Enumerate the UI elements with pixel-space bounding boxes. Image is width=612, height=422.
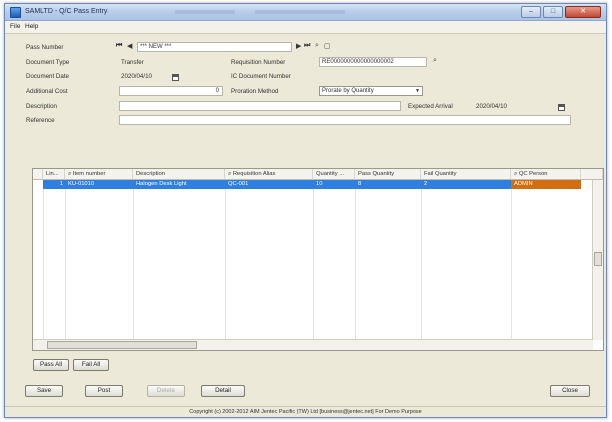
grid-column-divider — [421, 180, 422, 340]
new-document-icon[interactable]: ▢ — [324, 42, 331, 50]
requisition-number-input[interactable]: RE0000000000000000002 — [319, 57, 427, 67]
grid-header-qc-person-label: QC Person — [518, 171, 548, 177]
vertical-scroll-thumb[interactable] — [594, 252, 602, 266]
horizontal-scroll-thumb[interactable] — [47, 341, 197, 349]
maximize-button[interactable]: □ — [543, 6, 563, 18]
title-bar-decoration — [175, 10, 235, 14]
window-title: SAMLTD - Q/C Pass Entry — [25, 8, 108, 15]
menu-bar: File Help — [5, 21, 606, 34]
delete-button[interactable]: Delete — [147, 385, 185, 397]
menu-help[interactable]: Help — [25, 23, 38, 30]
grid-column-divider — [511, 180, 512, 340]
last-record-icon[interactable]: ⏭ — [304, 42, 310, 50]
app-icon — [10, 7, 21, 18]
pass-number-label: Pass Number — [26, 44, 64, 51]
qc-pass-entry-window: SAMLTD - Q/C Pass Entry – □ ✕ File Help … — [4, 3, 607, 418]
cell-qc-person[interactable]: ADMIN — [511, 180, 581, 189]
cell-description[interactable]: Halogen Desk Light — [133, 180, 225, 189]
minimize-button[interactable]: – — [521, 6, 541, 18]
reference-label: Reference — [26, 117, 55, 124]
title-bar-decoration — [255, 10, 345, 14]
expected-arrival-calendar-icon[interactable] — [558, 104, 565, 111]
requisition-number-label: Requisition Number — [231, 59, 286, 66]
proration-method-value: Prorate by Quantity — [322, 88, 374, 94]
close-button[interactable]: Close — [550, 385, 590, 397]
grid-header-pass-quantity[interactable]: Pass Quantity — [355, 169, 421, 180]
grid-column-divider — [355, 180, 356, 340]
grid-column-divider — [43, 180, 44, 340]
grid-header-quantity[interactable]: Quantity ... — [313, 169, 355, 180]
grid-header-qc-person[interactable]: ⌕ QC Person — [511, 169, 581, 180]
cell-fail-quantity[interactable]: 2 — [421, 180, 511, 189]
grid-column-divider — [225, 180, 226, 340]
cell-item-number[interactable]: KU-01010 — [65, 180, 133, 189]
requisition-lookup-icon[interactable]: ⌕ — [433, 57, 437, 65]
grid-header-description[interactable]: Description — [133, 169, 225, 180]
cell-line[interactable]: 1 — [43, 180, 65, 189]
proration-method-select[interactable]: Prorate by Quantity ▼ — [319, 86, 423, 96]
document-type-value: Transfer — [121, 59, 144, 66]
cell-quantity[interactable]: 10 — [313, 180, 355, 189]
title-bar[interactable]: SAMLTD - Q/C Pass Entry – □ ✕ — [5, 4, 606, 21]
grid-row-header — [33, 169, 43, 180]
cell-requisition[interactable]: QC-001 — [225, 180, 313, 189]
vertical-scrollbar[interactable] — [592, 180, 603, 340]
menu-file[interactable]: File — [10, 23, 20, 30]
document-date-label: Document Date — [26, 73, 69, 80]
fail-all-button[interactable]: Fail All — [73, 359, 109, 371]
status-bar: Copyright (c) 2002-2012 AIM Jentec Pacif… — [5, 406, 606, 417]
pass-number-input[interactable]: *** NEW *** — [137, 42, 292, 52]
grid-column-divider — [65, 180, 66, 340]
grid-header-line[interactable]: Lin... — [43, 169, 65, 180]
post-button[interactable]: Post — [85, 385, 123, 397]
pass-all-button[interactable]: Pass All — [33, 359, 69, 371]
ic-document-number-label: IC Document Number — [231, 73, 291, 80]
next-record-icon[interactable]: ▶ — [296, 42, 301, 50]
grid-column-divider — [133, 180, 134, 340]
grid-header-filler — [581, 169, 603, 180]
grid-header-item-number-label: Item number — [72, 171, 106, 177]
description-input[interactable] — [119, 101, 401, 111]
previous-record-icon[interactable]: ◀ — [127, 42, 132, 50]
grid-header-item-number[interactable]: ⌕ Item number — [65, 169, 133, 180]
close-window-button[interactable]: ✕ — [565, 6, 601, 18]
grid-header-requisition[interactable]: ⌕ Requisition Alias — [225, 169, 313, 180]
cell-pass-quantity[interactable]: 8 — [355, 180, 421, 189]
grid-header-requisition-label: Requisition Alias — [232, 171, 276, 177]
additional-cost-input[interactable]: 0 — [119, 86, 223, 96]
proration-method-label: Proration Method — [231, 88, 279, 95]
expected-arrival-value[interactable]: 2020/04/10 — [476, 103, 507, 110]
document-date-calendar-icon[interactable] — [172, 74, 179, 81]
horizontal-scrollbar[interactable] — [33, 339, 593, 350]
additional-cost-label: Additional Cost — [26, 88, 68, 95]
detail-button[interactable]: Detail — [201, 385, 245, 397]
grid-header-fail-quantity[interactable]: Fail Quantity — [421, 169, 511, 180]
document-date-value[interactable]: 2020/04/10 — [121, 73, 152, 80]
chevron-down-icon: ▼ — [415, 88, 420, 94]
first-record-icon[interactable]: ⏮ — [116, 42, 122, 50]
search-icon[interactable]: ⌕ — [315, 42, 319, 50]
description-label: Description — [26, 103, 57, 110]
reference-input[interactable] — [119, 115, 571, 125]
expected-arrival-label: Expected Arrival — [408, 103, 453, 110]
save-button[interactable]: Save — [25, 385, 63, 397]
grid-column-divider — [313, 180, 314, 340]
document-type-label: Document Type — [26, 59, 70, 66]
items-grid[interactable]: Lin... ⌕ Item number Description ⌕ Requi… — [32, 168, 604, 351]
